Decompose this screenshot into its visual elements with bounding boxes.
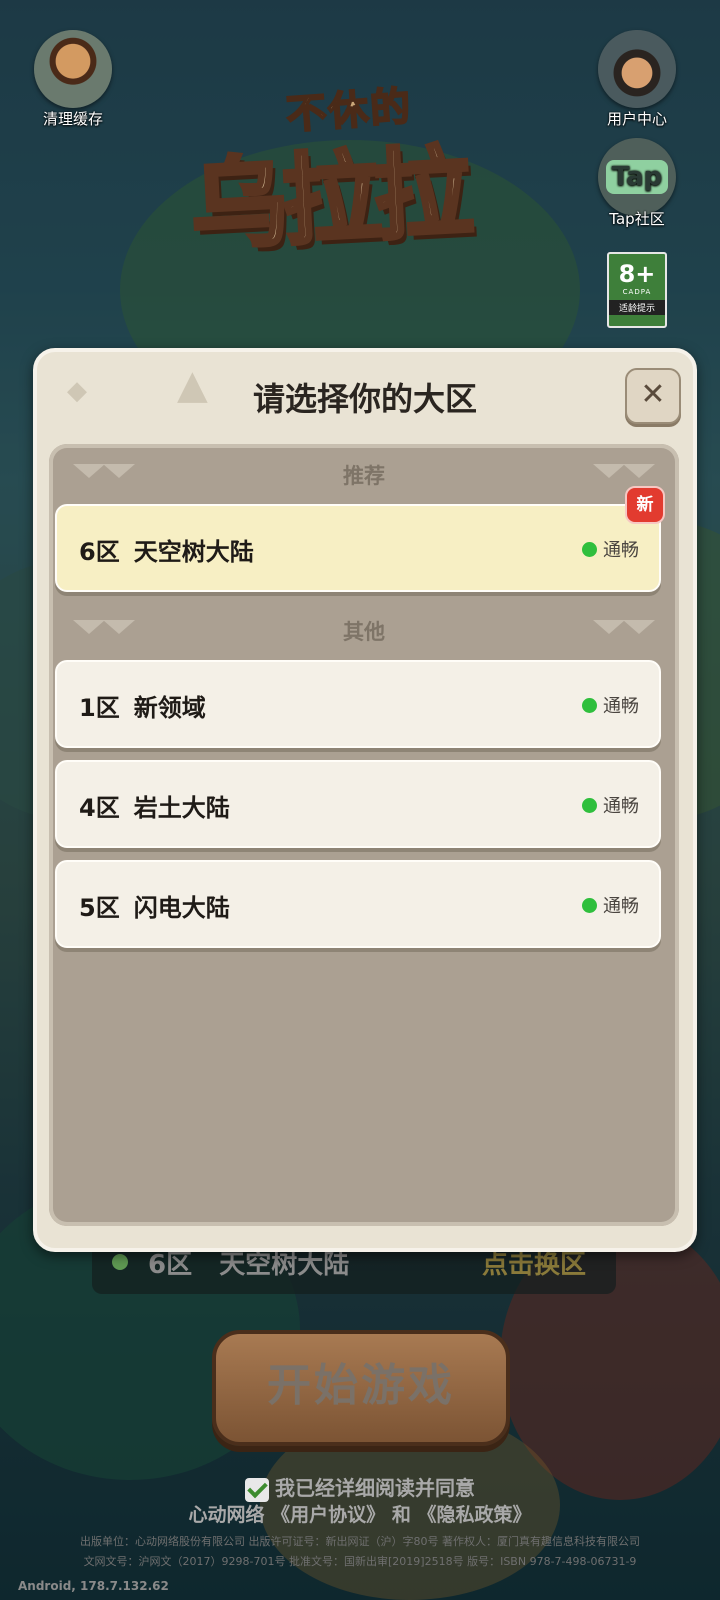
tap-community-button[interactable]: Tap Tap社区 — [592, 138, 682, 229]
other-section-header: 其他 — [49, 616, 679, 648]
tap-community-label: Tap社区 — [609, 210, 665, 228]
close-button[interactable]: ✕ — [625, 368, 681, 424]
user-center-button[interactable]: 用户中心 — [592, 30, 682, 129]
server-status: 通畅 — [582, 892, 639, 918]
age-rating-org: CADPA — [622, 288, 652, 296]
and-text: 和 — [391, 1504, 411, 1526]
agreement-checkbox[interactable] — [245, 1477, 269, 1502]
chevron-right-icon — [593, 620, 657, 644]
close-icon: ✕ — [640, 377, 666, 412]
server-list-panel[interactable]: 推荐 6区 天空树大陆 通畅 新 其他 1区 新领域 通畅 4区 岩土大陆 通畅… — [49, 444, 679, 1226]
server-select-dialog: ◆ ▲ 请选择你的大区 ✕ 推荐 6区 天空树大陆 通畅 新 其他 1区 新领域… — [33, 348, 697, 1252]
server-status-dot — [112, 1254, 128, 1270]
caveman-avatar-icon — [34, 30, 112, 108]
new-badge: 新 — [625, 486, 665, 524]
chevron-left-icon — [73, 464, 137, 488]
clear-cache-label: 清理缓存 — [42, 110, 103, 128]
clear-cache-button[interactable]: 清理缓存 — [28, 30, 118, 129]
server-zone: 5区 — [79, 894, 120, 922]
server-zone: 6区 — [79, 538, 120, 566]
legal-line-1: 出版单位：心动网络股份有限公司 出版许可证号：新出网证（沪）字80号 著作权人：… — [80, 1535, 640, 1548]
legal-line-2: 文网文号：沪网文（2017）9298-701号 批准文号：国新出审[2019]2… — [83, 1555, 637, 1568]
status-dot-icon — [582, 798, 597, 813]
other-label: 其他 — [343, 620, 385, 644]
server-name: 岩土大陆 — [133, 794, 230, 822]
company-name: 心动网络 — [188, 1504, 265, 1526]
server-row[interactable]: 1区 新领域 通畅 — [55, 660, 661, 748]
server-label: 4区 岩土大陆 — [79, 788, 230, 823]
recommended-section-header: 推荐 — [49, 460, 679, 492]
server-name: 天空树大陆 — [133, 538, 254, 566]
server-status: 通畅 — [582, 792, 639, 818]
chevron-right-icon — [593, 464, 657, 488]
user-center-label: 用户中心 — [606, 110, 667, 128]
age-rating-text: 适龄提示 — [609, 300, 665, 315]
version-text: Android, 178.7.132.62 — [18, 1579, 169, 1593]
server-row-recommended[interactable]: 6区 天空树大陆 通畅 新 — [55, 486, 665, 592]
user-avatar-icon — [598, 30, 676, 108]
agreement-links: 心动网络 《用户协议》 和 《隐私政策》 — [0, 1500, 720, 1527]
start-game-button[interactable]: 开始游戏 — [212, 1330, 510, 1446]
status-dot-icon — [582, 898, 597, 913]
chevron-left-icon — [73, 620, 137, 644]
server-row[interactable]: 5区 闪电大陆 通畅 — [55, 860, 661, 948]
server-row[interactable]: 4区 岩土大陆 通畅 — [55, 760, 661, 848]
server-zone: 4区 — [79, 794, 120, 822]
server-label: 1区 新领域 — [79, 688, 206, 723]
game-logo: 不休的 乌拉拉 — [186, 78, 550, 268]
age-rating-value: 8+ — [618, 260, 656, 288]
tap-logo-icon: Tap — [598, 138, 676, 216]
agreement-line: 我已经详细阅读并同意 — [0, 1472, 720, 1502]
server-label: 5区 闪电大陆 — [79, 888, 230, 923]
recommended-label: 推荐 — [343, 464, 385, 488]
user-agreement-link[interactable]: 《用户协议》 — [271, 1504, 385, 1526]
server-name: 闪电大陆 — [133, 894, 230, 922]
privacy-policy-link[interactable]: 《隐私政策》 — [417, 1504, 531, 1526]
game-logo-line2: 乌拉拉 — [186, 134, 472, 266]
server-name: 新领域 — [133, 694, 206, 722]
status-dot-icon — [582, 542, 597, 557]
server-label: 6区 天空树大陆 — [79, 532, 254, 567]
age-rating-badge[interactable]: 8+ CADPA 适龄提示 — [607, 252, 667, 328]
status-dot-icon — [582, 698, 597, 713]
server-zone: 1区 — [79, 694, 120, 722]
dialog-title: 请选择你的大区 — [252, 380, 477, 418]
agreement-text: 我已经详细阅读并同意 — [275, 1476, 475, 1500]
server-status: 通畅 — [582, 692, 639, 718]
server-status: 通畅 — [582, 536, 639, 562]
